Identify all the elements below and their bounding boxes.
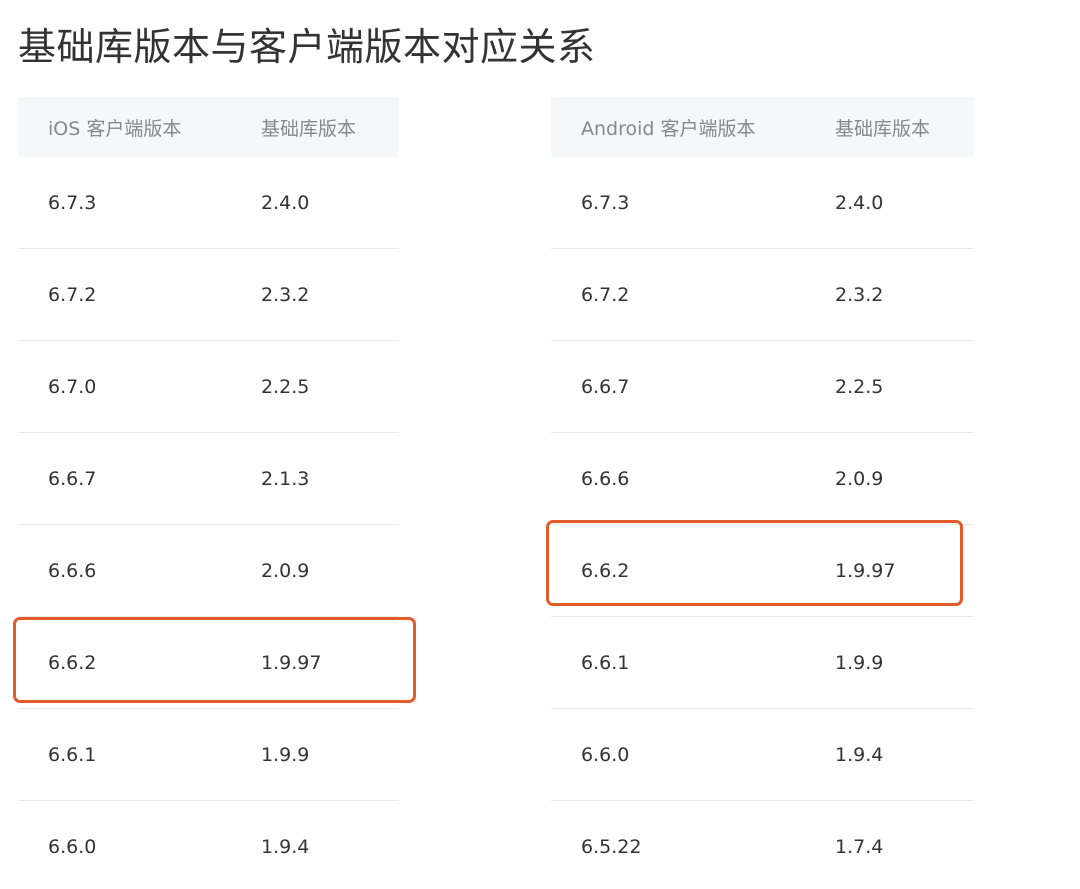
client-version-cell: 6.6.1 (551, 616, 835, 709)
table-row: 6.6.7 2.1.3 (18, 432, 399, 525)
table-row: 6.7.2 2.3.2 (18, 248, 399, 341)
library-version-header: 基础库版本 (261, 97, 399, 157)
library-version-cell: 1.7.4 (835, 800, 974, 889)
library-version-cell: 2.3.2 (835, 248, 974, 341)
table-row: 6.7.0 2.2.5 (18, 340, 399, 433)
ios-version-table: iOS 客户端版本 基础库版本 6.7.3 2.4.0 6.7.2 2.3.2 … (18, 97, 399, 889)
client-version-cell: 6.6.6 (18, 524, 261, 617)
library-version-cell: 2.0.9 (835, 432, 974, 525)
table-row: 6.7.3 2.4.0 (551, 157, 974, 249)
client-version-cell: 6.6.0 (18, 800, 261, 889)
table-row: 6.6.6 2.0.9 (551, 432, 974, 525)
table-row: 6.6.6 2.0.9 (18, 524, 399, 617)
page-title: 基础库版本与客户端版本对应关系 (18, 25, 596, 69)
table-row: 6.5.22 1.7.4 (551, 800, 974, 889)
client-version-cell: 6.6.2 (551, 524, 835, 617)
client-version-cell: 6.6.1 (18, 708, 261, 801)
client-version-cell: 6.6.7 (18, 432, 261, 525)
client-version-cell: 6.6.7 (551, 340, 835, 433)
client-version-cell: 6.5.22 (551, 800, 835, 889)
page: 基础库版本与客户端版本对应关系 iOS 客户端版本 基础库版本 6.7.3 2.… (0, 0, 1080, 889)
library-version-cell: 1.9.4 (261, 800, 399, 889)
client-version-cell: 6.7.3 (581, 191, 630, 214)
client-version-cell: 6.6.6 (551, 432, 835, 525)
android-client-version-header: Android 客户端版本 (551, 97, 835, 157)
library-version-cell: 2.1.3 (261, 432, 399, 525)
library-version-cell: 1.9.97 (261, 616, 399, 709)
table-row: 6.7.3 2.4.0 (18, 157, 399, 249)
library-version-cell: 2.4.0 (835, 191, 884, 214)
table-row: 6.6.0 1.9.4 (18, 800, 399, 889)
client-version-cell: 6.6.2 (18, 616, 261, 709)
table-row-highlighted: 6.6.2 1.9.97 (18, 616, 399, 709)
library-version-cell: 1.9.9 (261, 708, 399, 801)
table-row: 6.6.7 2.2.5 (551, 340, 974, 433)
library-version-cell: 2.0.9 (261, 524, 399, 617)
ios-client-version-header: iOS 客户端版本 (18, 97, 261, 157)
library-version-cell: 2.4.0 (261, 191, 310, 214)
library-version-cell: 1.9.4 (835, 708, 974, 801)
table-row: 6.6.0 1.9.4 (551, 708, 974, 801)
android-version-table: Android 客户端版本 基础库版本 6.7.3 2.4.0 6.7.2 2.… (551, 97, 974, 889)
table-row-highlighted: 6.6.2 1.9.97 (551, 524, 974, 617)
client-version-cell: 6.7.0 (18, 340, 261, 433)
library-version-cell: 1.9.9 (835, 616, 974, 709)
library-version-cell: 2.2.5 (261, 340, 399, 433)
table-row: 6.6.1 1.9.9 (18, 708, 399, 801)
client-version-cell: 6.7.2 (551, 248, 835, 341)
library-version-cell: 2.3.2 (261, 248, 399, 341)
table-header-row: Android 客户端版本 基础库版本 (551, 97, 974, 157)
library-version-header: 基础库版本 (835, 97, 974, 157)
library-version-cell: 2.2.5 (835, 340, 974, 433)
table-header-row: iOS 客户端版本 基础库版本 (18, 97, 399, 157)
library-version-cell: 1.9.97 (835, 524, 974, 617)
client-version-cell: 6.7.3 (48, 191, 97, 214)
table-row: 6.7.2 2.3.2 (551, 248, 974, 341)
client-version-cell: 6.6.0 (551, 708, 835, 801)
table-row: 6.6.1 1.9.9 (551, 616, 974, 709)
client-version-cell: 6.7.2 (18, 248, 261, 341)
